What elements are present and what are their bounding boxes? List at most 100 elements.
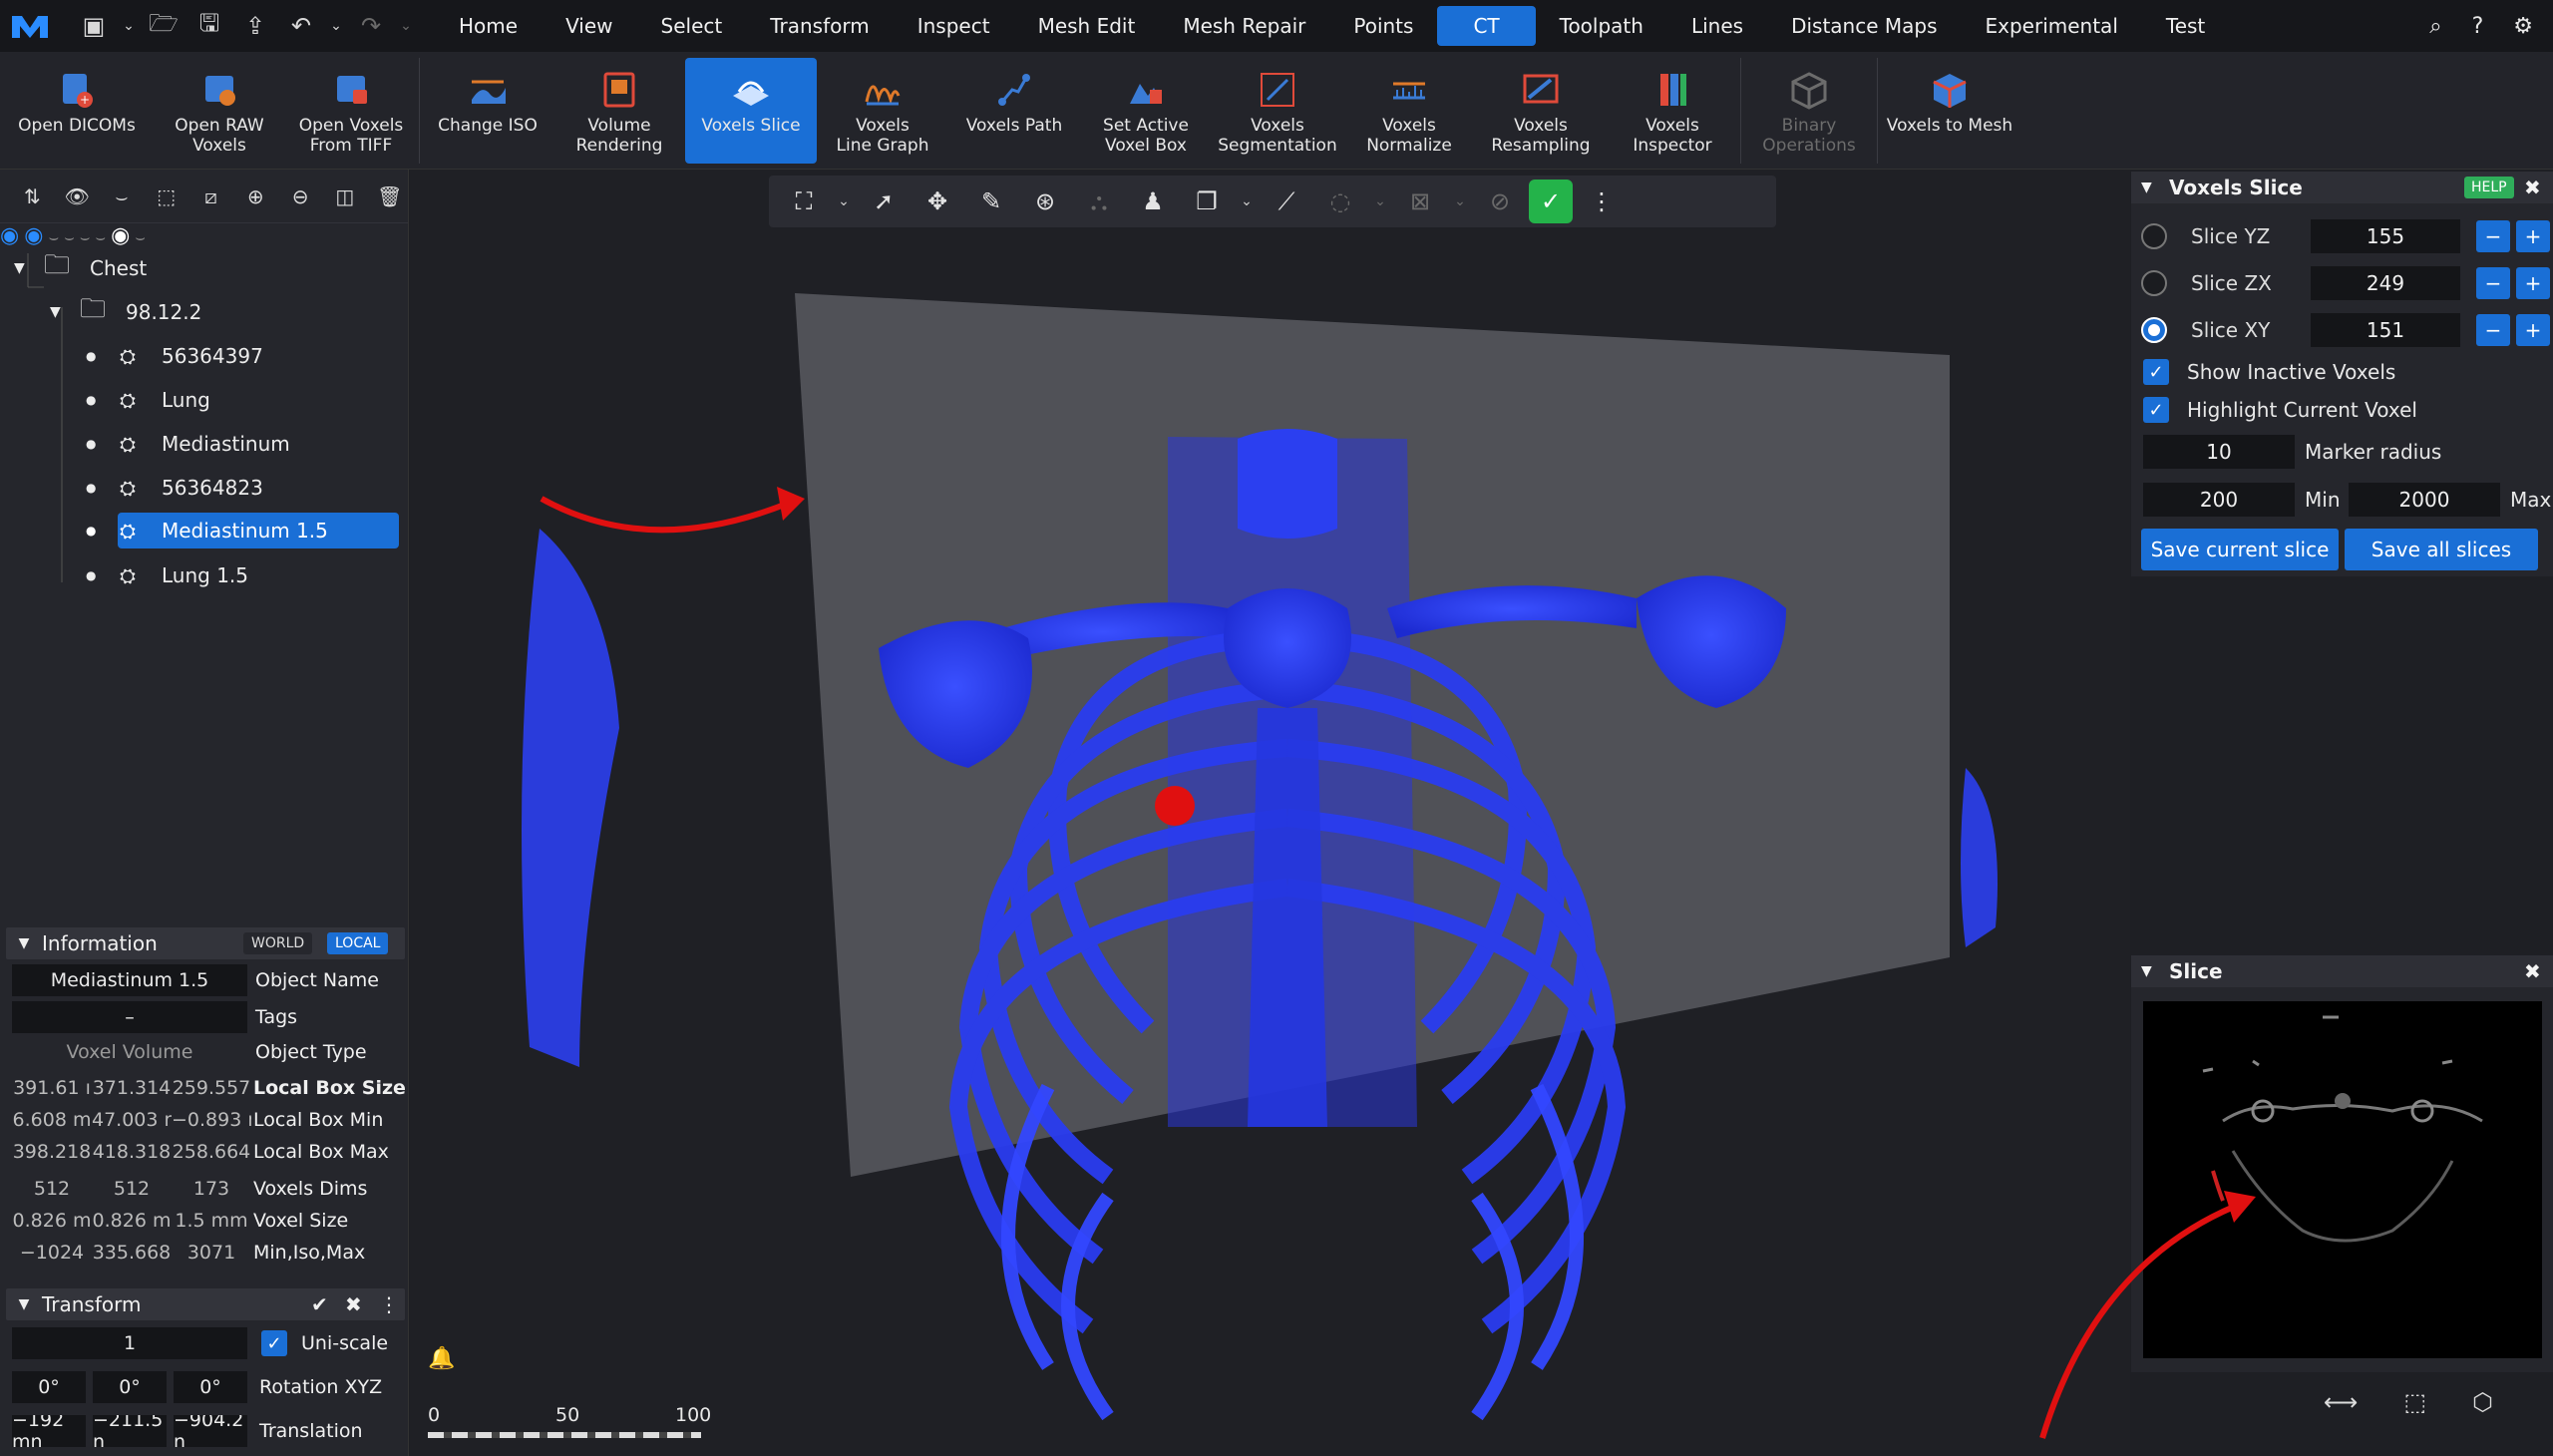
slice-xy-minus-button[interactable]: − (2476, 314, 2510, 346)
voxels-inspector-button[interactable]: Voxels Inspector (1607, 58, 1738, 164)
slice-zx-minus-button[interactable]: − (2476, 267, 2510, 299)
slice-yz-plus-button[interactable]: + (2516, 220, 2550, 252)
tab-mesh-repair[interactable]: Mesh Repair (1159, 6, 1329, 46)
viewport-more-icon[interactable]: ⋮ (1577, 180, 1627, 223)
app-logo[interactable] (0, 0, 60, 52)
collapse-chevron-icon[interactable]: ▼ (2141, 180, 2169, 195)
select-all-icon[interactable]: ⬚ (148, 177, 184, 216)
tree-item[interactable]: ● ⛭ 56364823 (86, 469, 263, 507)
rotation-z-field[interactable]: 0° (174, 1371, 247, 1403)
3d-viewport[interactable]: ⛶ ⌄ ➚ ✥ ✎ ⊛ ⛬ ♟ ❐ ⌄ ⟋ ◌ ⌄ ⊠ ⌄ ⊘ ✓ ⋮ 🔔 0 … (410, 170, 2130, 1456)
slice-zx-value-input[interactable]: 249 (2311, 266, 2460, 300)
tab-ct[interactable]: CT (1437, 6, 1536, 46)
tab-select[interactable]: Select (637, 6, 747, 46)
tab-home[interactable]: Home (435, 6, 542, 46)
voxels-to-mesh-button[interactable]: Voxels to Mesh (1880, 58, 2019, 164)
wireframe-icon[interactable]: ⛬ (1074, 180, 1124, 223)
help-button[interactable]: HELP (2464, 177, 2514, 198)
translation-x-field[interactable]: −192 mn (12, 1415, 86, 1447)
rotation-y-field[interactable]: 0° (93, 1371, 167, 1403)
tree-item[interactable]: ● ⛭ 56364397 (86, 337, 263, 375)
dropdown-chevron-icon[interactable]: ⌄ (120, 6, 138, 46)
tab-transform[interactable]: Transform (746, 6, 893, 46)
redo-icon[interactable]: ↷ (351, 6, 391, 46)
view-cube-icon[interactable]: ⬡ (2472, 1388, 2493, 1416)
undo-history-chevron-icon[interactable]: ⌄ (327, 6, 345, 46)
current-voxel-marker[interactable] (1155, 786, 1195, 826)
slice-yz-minus-button[interactable]: − (2476, 220, 2510, 252)
uniscale-checkbox[interactable]: ✓ (261, 1330, 287, 1356)
max-value-input[interactable]: 2000 (2349, 483, 2500, 517)
voxels-segmentation-button[interactable]: Voxels Segmentation (1212, 58, 1343, 164)
translation-y-field[interactable]: −211.5 n (93, 1415, 167, 1447)
slice-xy-plus-button[interactable]: + (2516, 314, 2550, 346)
tab-points[interactable]: Points (1329, 6, 1437, 46)
notifications-bell-icon[interactable]: 🔔 (428, 1346, 455, 1371)
voxels-path-button[interactable]: Voxels Path (948, 58, 1080, 164)
tags-field[interactable]: – (12, 1001, 247, 1033)
reset-x-icon[interactable]: ✖ (345, 1292, 362, 1316)
tab-experimental[interactable]: Experimental (1962, 6, 2142, 46)
apply-check-icon[interactable]: ✔ (311, 1292, 328, 1316)
tab-inspect[interactable]: Inspect (894, 6, 1014, 46)
volume-rendering-button[interactable]: Volume Rendering (553, 58, 685, 164)
delete-icon[interactable]: 🗑 (371, 177, 408, 216)
binary-operations-button[interactable]: Binary Operations (1743, 58, 1875, 164)
edit-object-icon[interactable]: ✎ (966, 180, 1016, 223)
sort-icon[interactable]: ⇅ (14, 177, 51, 216)
collapse-chevron-icon[interactable]: ▼ (2141, 963, 2169, 979)
open-voxels-tiff-button[interactable]: Open Voxels From TIFF (285, 58, 417, 164)
rotate-icon[interactable]: ⊛ (1020, 180, 1070, 223)
change-iso-button[interactable]: Change ISO (422, 58, 553, 164)
open-folder-icon[interactable]: 🗁 (144, 6, 183, 46)
tab-view[interactable]: View (542, 6, 636, 46)
save-scene-icon[interactable]: ▣ (74, 6, 114, 46)
voxels-resampling-button[interactable]: Voxels Resampling (1475, 58, 1607, 164)
show-all-icon[interactable]: 👁 (59, 177, 96, 216)
fit-view-icon[interactable]: ⛶ (779, 180, 829, 223)
paint-icon[interactable]: ♟ (1128, 180, 1178, 223)
slice-zx-plus-button[interactable]: + (2516, 267, 2550, 299)
save-icon[interactable]: 🖫 (189, 6, 229, 46)
help-icon[interactable]: ? (2472, 14, 2484, 39)
set-active-voxel-box-button[interactable]: Set Active Voxel Box (1080, 58, 1212, 164)
select-cursor-icon[interactable]: ➚ (859, 180, 909, 223)
move-down-icon[interactable]: ⊖ (282, 177, 319, 216)
tab-test[interactable]: Test (2142, 6, 2229, 46)
disable-icon[interactable]: ⊘ (1475, 180, 1525, 223)
confirm-check-icon[interactable]: ✓ (1529, 180, 1573, 223)
min-value-input[interactable]: 200 (2143, 483, 2295, 517)
box-select-chevron-icon[interactable]: ⌄ (1449, 180, 1471, 223)
show-inactive-checkbox[interactable]: ✓ (2143, 359, 2169, 385)
tab-toolpath[interactable]: Toolpath (1536, 6, 1667, 46)
world-toggle[interactable]: WORLD (243, 932, 313, 954)
tab-distance-maps[interactable]: Distance Maps (1767, 6, 1961, 46)
clipping-box-icon[interactable]: ❐ (1182, 180, 1232, 223)
object-name-field[interactable]: Mediastinum 1.5 (12, 964, 247, 996)
ruler-icon[interactable]: ⟷ (2324, 1388, 2358, 1416)
tree-node-chest[interactable]: ▼ 🗀 Chest (14, 249, 147, 287)
collapse-chevron-icon[interactable]: ▼ (6, 935, 42, 951)
deselect-all-icon[interactable]: ⧄ (192, 177, 229, 216)
highlight-current-checkbox[interactable]: ✓ (2143, 397, 2169, 423)
scale-field[interactable]: 1 (12, 1327, 247, 1359)
marker-radius-input[interactable]: 10 (2143, 435, 2295, 469)
clipping-chevron-icon[interactable]: ⌄ (1236, 180, 1258, 223)
undo-icon[interactable]: ↶ (281, 6, 321, 46)
lasso-chevron-icon[interactable]: ⌄ (1369, 180, 1391, 223)
more-menu-icon[interactable]: ⋮ (379, 1292, 399, 1316)
clip-plane-icon[interactable]: ⟋ (1262, 180, 1311, 223)
slice-header[interactable]: ▼ Slice ✖ (2131, 955, 2553, 987)
move-icon[interactable]: ✥ (912, 180, 962, 223)
close-panel-icon[interactable]: ✖ (2524, 959, 2541, 983)
slice-zx-radio[interactable] (2141, 270, 2167, 296)
tab-mesh-edit[interactable]: Mesh Edit (1014, 6, 1160, 46)
information-header[interactable]: ▼ Information WORLD LOCAL (6, 927, 405, 959)
expand-chevron-icon[interactable]: ▼ (14, 260, 44, 276)
tree-node-group[interactable]: ▼ 🗀 98.12.2 (50, 293, 201, 331)
settings-icon[interactable]: ⚙ (2513, 14, 2533, 39)
slice-yz-value-input[interactable]: 155 (2311, 219, 2460, 253)
save-all-slices-button[interactable]: Save all slices (2345, 529, 2538, 570)
close-panel-icon[interactable]: ✖ (2524, 176, 2541, 199)
redo-history-chevron-icon[interactable]: ⌄ (397, 6, 415, 46)
